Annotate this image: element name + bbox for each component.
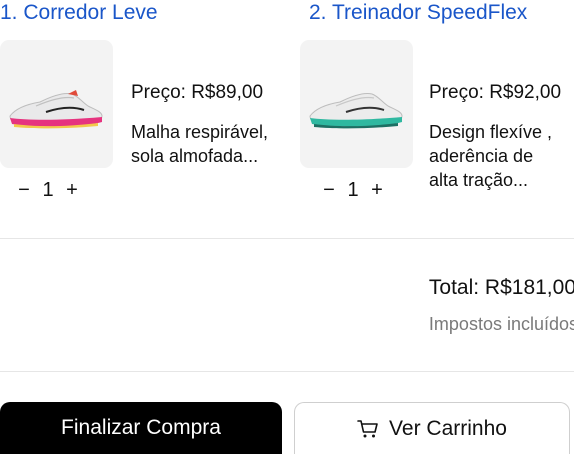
quantity-stepper: − 1 + [319, 177, 387, 203]
increase-quantity-button[interactable]: + [62, 179, 82, 202]
checkout-button[interactable]: Finalizar Compra [0, 402, 282, 454]
quantity-value: 1 [42, 178, 54, 201]
product-description: Malha respirável, sola almofada... [131, 122, 269, 166]
shopping-cart-icon [357, 419, 379, 439]
product-title[interactable]: 2. Treinador SpeedFlex [309, 0, 527, 26]
increase-quantity-button[interactable]: + [367, 179, 387, 202]
product-image[interactable] [0, 40, 113, 168]
decrease-quantity-button[interactable]: − [319, 179, 339, 202]
product-description: Design flexíve , aderência de alta traçã… [429, 122, 553, 190]
view-cart-button-label: Ver Carrinho [389, 416, 507, 440]
divider [0, 371, 574, 372]
product-price: Preço: R$89,00 [131, 82, 264, 103]
order-total: Total: R$181,00 [428, 276, 574, 299]
running-shoe-icon [309, 93, 403, 129]
view-cart-button[interactable]: Ver Carrinho [294, 402, 570, 454]
product-title[interactable]: 1. Corredor Leve [0, 0, 158, 26]
product-image[interactable] [300, 40, 413, 168]
divider [0, 238, 574, 239]
decrease-quantity-button[interactable]: − [14, 179, 34, 202]
tax-note: Impostos incluídos [428, 314, 574, 334]
quantity-stepper: − 1 + [14, 177, 82, 203]
product-price: Preço: R$92,00 [429, 82, 562, 103]
running-shoe-icon [9, 90, 103, 129]
quantity-value: 1 [347, 178, 359, 201]
checkout-button-label: Finalizar Compra [61, 416, 221, 439]
